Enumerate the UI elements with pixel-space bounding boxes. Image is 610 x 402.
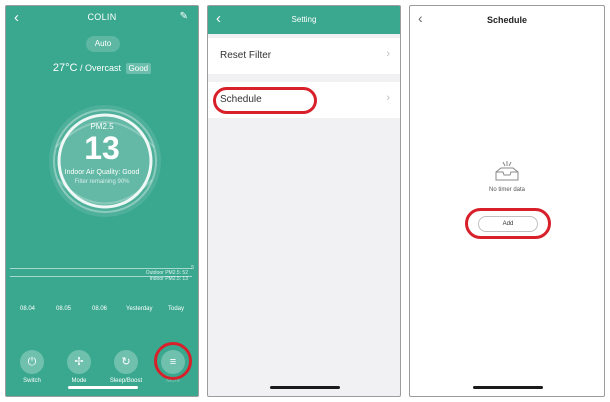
day-label[interactable]: 08.05 (56, 306, 71, 312)
highlight-ring (154, 342, 192, 380)
weather-separator: / (77, 63, 85, 73)
mode-pill[interactable]: Auto (86, 36, 120, 52)
settings-screen: ‹ Setting Reset Filter › Schedule › (207, 5, 401, 397)
graph-marker: 5 (191, 265, 194, 271)
device-screen: ‹ COLIN ✎ Auto 27°C / Overcast Good PM2.… (5, 5, 199, 397)
device-title: COLIN (87, 12, 117, 22)
day-label[interactable]: Yesterday (126, 306, 152, 312)
day-label[interactable]: Today (168, 306, 184, 312)
home-indicator (473, 386, 543, 389)
pm-value: 13 (84, 130, 120, 166)
settings-title: Setting (291, 15, 317, 24)
settings-header: ‹ Setting (208, 6, 400, 34)
empty-tray-icon (495, 161, 519, 181)
power-icon[interactable]: ⏻ (20, 350, 44, 374)
edit-icon[interactable]: ✎ (180, 11, 188, 22)
schedule-screen: ‹ Schedule No timer data Add (409, 5, 605, 397)
home-indicator (68, 386, 138, 389)
graph-line-outdoor (10, 268, 192, 269)
home-indicator (270, 386, 340, 389)
quality-badge: Good (125, 63, 152, 74)
temperature: 27°C (52, 62, 78, 74)
air-quality-text: Indoor Air Quality: Good (64, 169, 140, 176)
mode-label: Mode (71, 378, 87, 384)
day-label[interactable]: 08.04 (20, 306, 35, 312)
settings-item-reset-filter[interactable]: Reset Filter › (208, 38, 400, 74)
highlight-ring (213, 87, 317, 114)
chevron-right-icon: › (386, 48, 390, 60)
settings-item-label: Reset Filter (220, 50, 272, 61)
chevron-right-icon: › (386, 92, 390, 104)
filter-note: Filter remaining 90% (74, 179, 130, 185)
fan-icon[interactable]: ✢ (67, 350, 91, 374)
empty-state-text: No timer data (488, 187, 525, 193)
sleep-boost-label: Sleep/Boost (109, 378, 143, 384)
switch-label: Switch (23, 378, 41, 384)
schedule-title: Schedule (486, 15, 527, 25)
graph-indoor-label: Indoor PM2.5: 13 (149, 276, 188, 282)
weather-summary: 27°C / Overcast Good (6, 62, 198, 74)
day-label[interactable]: 08.06 (92, 306, 107, 312)
timer-icon[interactable]: ↻ (114, 350, 138, 374)
weather-condition: Overcast (84, 63, 121, 73)
highlight-ring (465, 208, 551, 239)
